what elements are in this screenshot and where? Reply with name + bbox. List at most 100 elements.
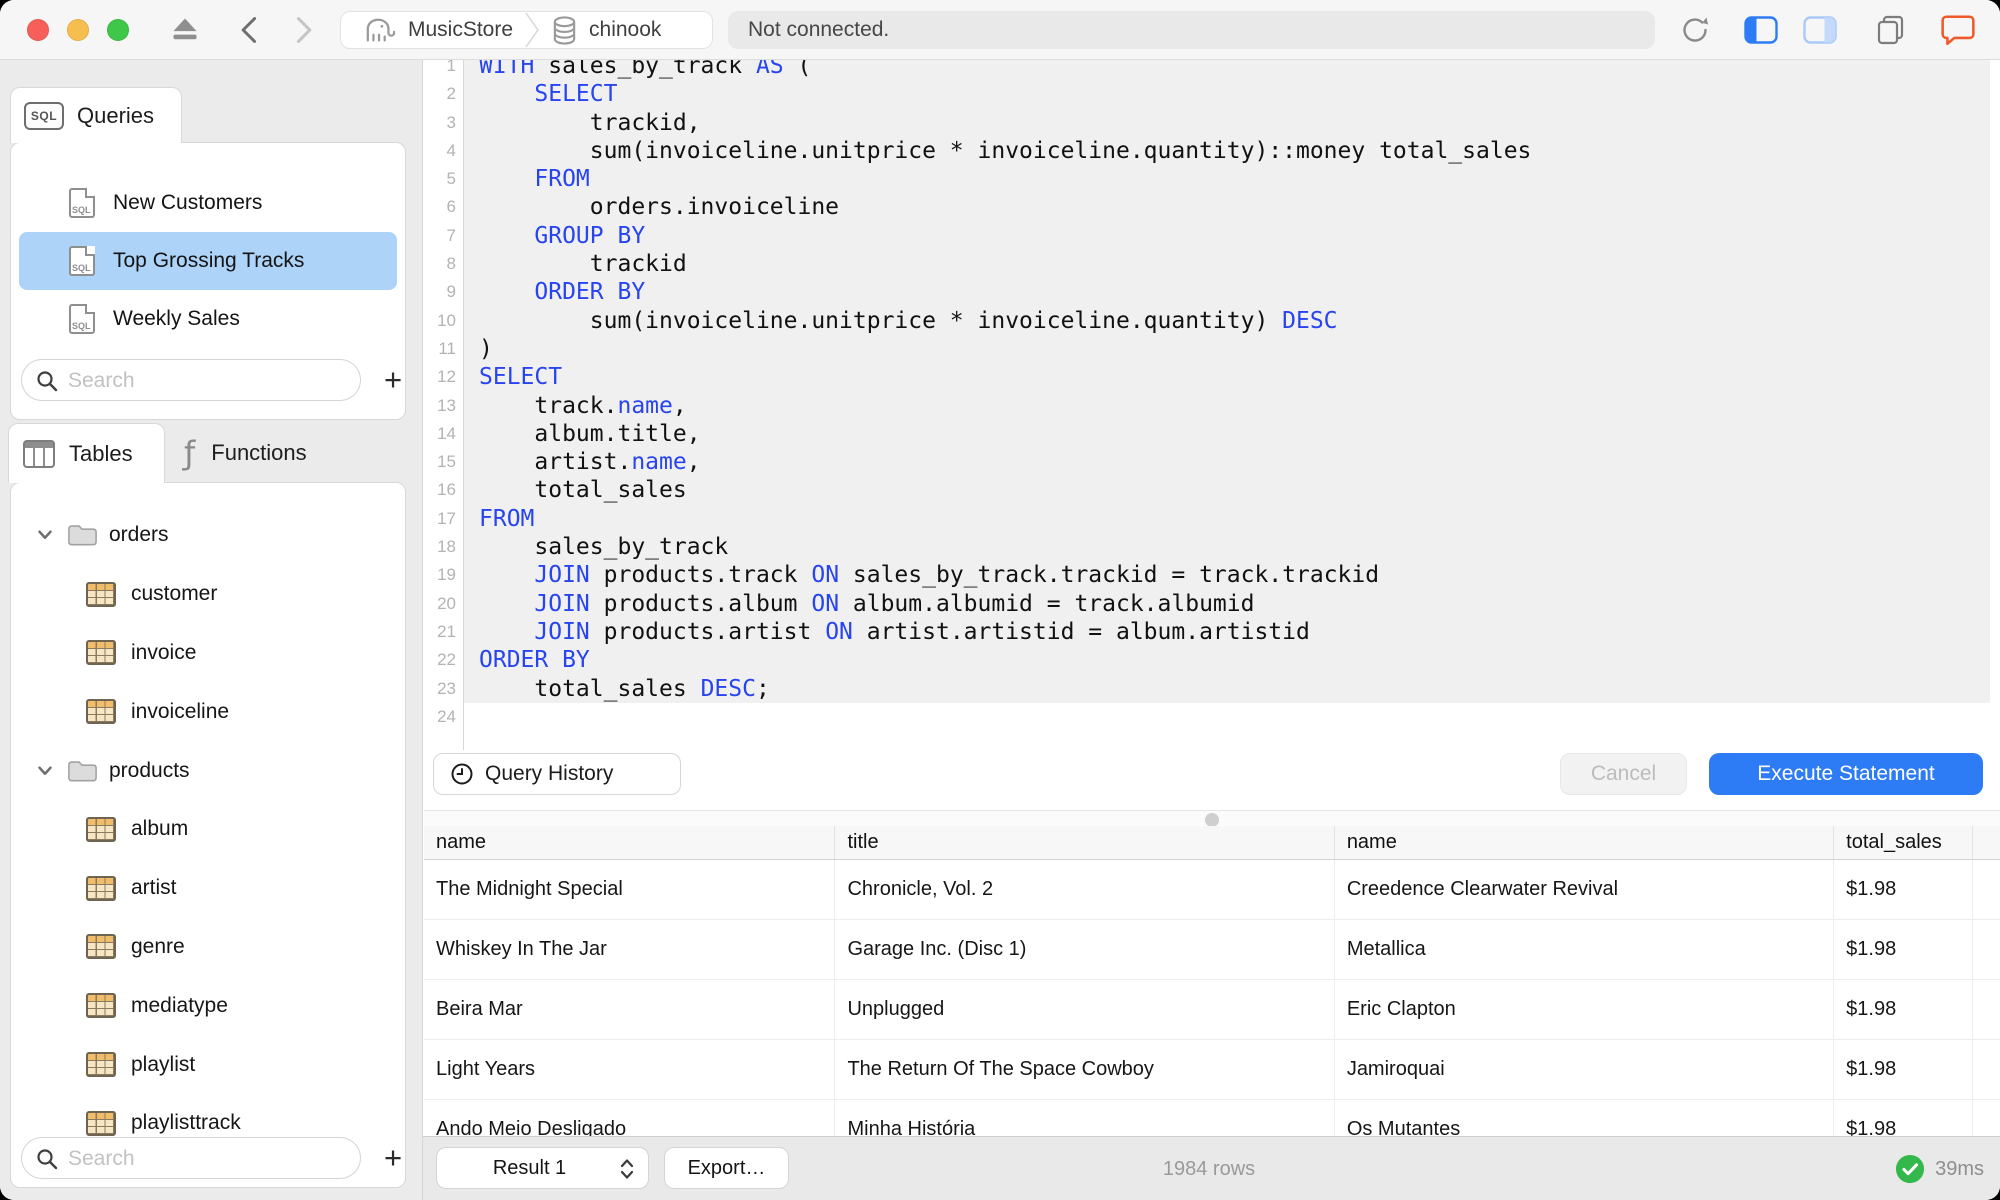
tree-table-genre[interactable]: genre: [11, 918, 405, 977]
app-window: MusicStore chinook Not connected. SQL Qu…: [0, 0, 2000, 1200]
line-number-gutter: 1 2 3 4 5 6 7 8 9 10 11 12 13 14 15 16 17 18 19 20 21 22 23 24: [424, 60, 463, 731]
add-query-button[interactable]: +: [373, 359, 413, 401]
windows-icon[interactable]: [1875, 14, 1907, 46]
code-line: sum(invoiceline.unitprice * invoiceline.…: [464, 137, 1990, 165]
column-header-name[interactable]: name: [1335, 826, 1835, 859]
tree-table-artist[interactable]: artist: [11, 859, 405, 918]
pane-splitter[interactable]: [424, 810, 2000, 827]
column-header-name[interactable]: name: [424, 826, 836, 859]
minimize-button[interactable]: [67, 19, 89, 41]
tree-table-invoiceline[interactable]: invoiceline: [11, 682, 405, 741]
table-row[interactable]: Ando Meio Desligado Minha História Os Muta…: [424, 1100, 2000, 1136]
tree-folder-products[interactable]: products: [11, 741, 405, 800]
tab-tables[interactable]: Tables: [8, 423, 165, 483]
table-row[interactable]: The Midnight Special Chronicle, Vol. 2 Cre…: [424, 860, 2000, 920]
execute-statement-button[interactable]: Execute Statement: [1709, 753, 1983, 795]
column-header-title[interactable]: title: [835, 826, 1335, 859]
tab-tables-label: Tables: [69, 440, 133, 466]
line-number: 23: [437, 678, 456, 698]
add-table-button[interactable]: +: [373, 1137, 405, 1179]
cancel-label: Cancel: [1590, 762, 1657, 785]
refresh-icon[interactable]: [1679, 14, 1711, 46]
queries-panel: SQL New Customers SQL Top Grossing Tracks SQ…: [10, 142, 406, 420]
table-cell: [1973, 1040, 2000, 1099]
code-token: sum(invoiceline.unitprice * invoiceline.…: [479, 137, 1532, 164]
zoom-button[interactable]: [107, 19, 129, 41]
query-item-new-customers[interactable]: SQL New Customers: [19, 174, 397, 232]
forward-button-icon[interactable]: [287, 14, 319, 46]
back-button-icon[interactable]: [234, 14, 266, 46]
tree-table-mediatype[interactable]: mediatype: [11, 976, 405, 1035]
code-line: track.name,: [464, 392, 1990, 420]
table-row[interactable]: Beira Mar Unplugged Eric Clapton $1.98: [424, 980, 2000, 1040]
table-cell: Beira Mar: [424, 980, 836, 1039]
table-icon: [86, 875, 116, 901]
table-icon: [86, 1052, 116, 1078]
status-bar: Result 1 Export… 1984 rows 39ms: [423, 1136, 2000, 1200]
folder-icon: [68, 525, 97, 546]
queries-search-input[interactable]: [66, 361, 350, 401]
close-button[interactable]: [27, 19, 49, 41]
code-token: trackid: [479, 251, 687, 278]
chevron-down-icon[interactable]: [34, 524, 56, 546]
splitter-handle-icon[interactable]: [1205, 813, 1219, 827]
line-number: 19: [437, 565, 456, 585]
table-cell: Whiskey In The Jar: [424, 920, 836, 979]
tables-panel: orders customer invoice invoiceline products…: [10, 482, 406, 1188]
line-number: 15: [437, 452, 456, 472]
execute-label: Execute Statement: [1757, 762, 1935, 785]
tree-table-playlist[interactable]: playlist: [11, 1035, 405, 1094]
table-cell: Creedence Clearwater Revival: [1335, 860, 1835, 919]
results-header-row: name title name total_sales: [424, 826, 2000, 860]
column-header-total-sales[interactable]: total_sales: [1834, 826, 1973, 859]
tree-folder-orders[interactable]: orders: [11, 506, 405, 565]
code-token: products.artist: [589, 618, 826, 645]
tree-item-label: orders: [109, 523, 169, 547]
code-editor[interactable]: WITH sales_by_track AS ( SELECT trackid,…: [464, 60, 1990, 731]
eject-icon[interactable]: [168, 15, 202, 45]
code-token: WITH: [479, 60, 535, 79]
code-line: ): [464, 335, 1990, 363]
search-icon: [37, 1149, 58, 1170]
results-body: The Midnight Special Chronicle, Vol. 2 Cre…: [424, 860, 2000, 1136]
tables-search-field[interactable]: [21, 1137, 361, 1179]
breadcrumb-database[interactable]: chinook: [589, 18, 661, 42]
cancel-button[interactable]: Cancel: [1560, 753, 1687, 795]
tab-functions[interactable]: ƒ Functions: [176, 423, 394, 483]
sql-file-icon: SQL: [69, 188, 95, 218]
tables-search-input[interactable]: [66, 1139, 350, 1179]
query-item-label: Weekly Sales: [113, 307, 240, 330]
query-item-weekly-sales[interactable]: SQL Weekly Sales: [19, 290, 397, 348]
code-line: SELECT: [464, 80, 1990, 108]
tree-table-customer[interactable]: customer: [11, 565, 405, 624]
column-header-filler[interactable]: [1973, 826, 2000, 859]
breadcrumb-server[interactable]: MusicStore: [408, 18, 513, 42]
query-list: SQL New Customers SQL Top Grossing Tracks SQ…: [11, 174, 405, 348]
table-cell: [1973, 980, 2000, 1039]
result-select[interactable]: Result 1: [436, 1147, 649, 1189]
sql-badge-icon: SQL: [24, 101, 64, 130]
table-row[interactable]: Whiskey In The Jar Garage Inc. (Disc 1) Me…: [424, 920, 2000, 980]
tree-table-invoice[interactable]: invoice: [11, 624, 405, 683]
export-button[interactable]: Export…: [664, 1147, 789, 1189]
toggle-right-sidebar-icon[interactable]: [1803, 16, 1837, 44]
code-line: FROM: [464, 505, 1990, 533]
feedback-icon[interactable]: [1940, 13, 1976, 47]
code-token: album.title,: [479, 420, 701, 447]
sql-editor-pane: 1 2 3 4 5 6 7 8 9 10 11 12 13 14 15 16 17 18 19 20 21 22 23 24 …: [424, 60, 2000, 810]
chevron-down-icon[interactable]: [34, 760, 56, 782]
queries-search-field[interactable]: [21, 359, 361, 401]
line-number: 9: [446, 282, 456, 302]
toggle-left-sidebar-icon[interactable]: [1744, 16, 1778, 44]
tree-table-album[interactable]: album: [11, 800, 405, 859]
table-row[interactable]: Light Years The Return Of The Space Cowbo…: [424, 1040, 2000, 1100]
code-line: total_sales: [464, 476, 1990, 504]
code-token: total_sales: [479, 477, 687, 504]
query-history-button[interactable]: Query History: [433, 753, 681, 795]
breadcrumb[interactable]: MusicStore chinook: [340, 11, 713, 49]
table-icon: [86, 581, 116, 607]
query-item-top-grossing-tracks[interactable]: SQL Top Grossing Tracks: [19, 232, 397, 290]
tab-queries[interactable]: SQL Queries: [10, 87, 182, 143]
table-cell: $1.98: [1834, 1040, 1973, 1099]
code-token: orders.invoiceline: [479, 194, 840, 221]
